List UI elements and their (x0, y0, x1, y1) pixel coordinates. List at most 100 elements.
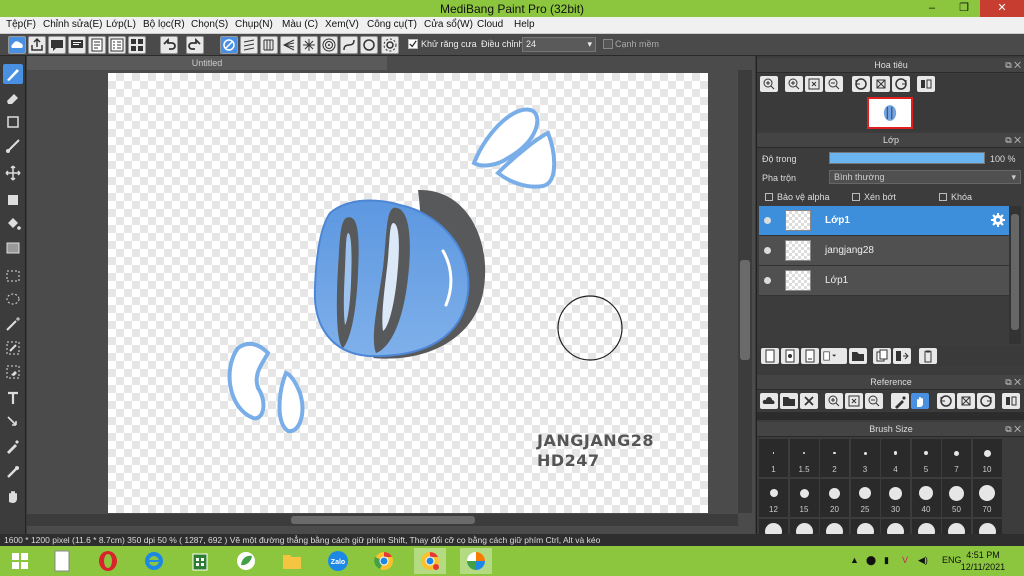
curve-snap-icon[interactable] (340, 36, 358, 54)
select-pen-tool-icon[interactable] (3, 338, 23, 358)
ref-flip-icon[interactable] (1002, 393, 1020, 409)
brush-size-option[interactable] (911, 519, 941, 534)
brush-tool-icon[interactable] (3, 64, 23, 84)
soft-edge-checkbox[interactable] (603, 39, 613, 49)
correction-select[interactable]: 24 ▾ (522, 37, 596, 52)
brush-size-option[interactable] (972, 519, 1002, 534)
rotate-right-icon[interactable] (892, 76, 910, 92)
select-rect-tool-icon[interactable] (3, 266, 23, 286)
ref-hand-icon[interactable] (911, 393, 929, 409)
layer-visibility-icon[interactable] (764, 247, 771, 254)
folder-explorer-icon[interactable] (276, 548, 308, 574)
undo-icon[interactable] (160, 36, 178, 54)
vertical-scroll-thumb[interactable] (740, 260, 750, 360)
brush-size-option[interactable]: 1 (759, 439, 788, 477)
brush-size-option[interactable]: 20 (820, 479, 849, 517)
brush-size-option[interactable]: 15 (789, 479, 819, 517)
comment-icon[interactable] (48, 36, 66, 54)
app-leaf-icon[interactable] (230, 548, 262, 574)
brush-size-option[interactable]: 50 (942, 479, 971, 517)
menu-cloud[interactable]: Cloud (477, 19, 503, 30)
ref-reset-rotation-icon[interactable] (957, 393, 975, 409)
brush-size-option[interactable] (759, 519, 788, 534)
internet-explorer-icon[interactable] (138, 548, 170, 574)
menu-window[interactable]: Cửa sổ(W) (424, 19, 473, 30)
store-icon[interactable] (184, 548, 216, 574)
divide-tool-icon[interactable] (3, 412, 23, 432)
brush-size-option[interactable]: 5 (911, 439, 941, 477)
eyedropper-tool-icon[interactable] (3, 436, 23, 456)
chrome-profile-icon[interactable] (414, 548, 446, 574)
new-layer-icon[interactable] (761, 348, 779, 364)
ref-rotate-right-icon[interactable] (977, 393, 995, 409)
grid-view-icon[interactable] (128, 36, 146, 54)
zoom-in-2-icon[interactable] (785, 76, 803, 92)
bucket-tool-icon[interactable] (3, 214, 23, 234)
text-tool-icon[interactable] (3, 388, 23, 408)
select-eraser-tool-icon[interactable] (3, 362, 23, 382)
menu-tools[interactable]: Công cụ(T) (367, 19, 417, 30)
close-reference-icon[interactable] (800, 393, 818, 409)
document-tab[interactable]: Untitled (27, 56, 387, 70)
lasso-tool-icon[interactable] (3, 290, 23, 310)
redo-icon[interactable] (186, 36, 204, 54)
brush-size-option[interactable]: 25 (850, 479, 880, 517)
menu-color[interactable]: Màu (C) (282, 19, 318, 30)
navigator-preview[interactable] (757, 95, 1024, 131)
brush-size-option[interactable]: 3 (850, 439, 880, 477)
protect-alpha-checkbox[interactable] (765, 193, 773, 201)
layer-visibility-icon[interactable] (764, 217, 771, 224)
horizontal-scrollbar[interactable] (27, 514, 738, 526)
layer-visibility-icon[interactable] (764, 277, 771, 284)
opacity-slider[interactable] (829, 152, 985, 164)
ref-eyedropper-icon[interactable] (891, 393, 909, 409)
layer-item[interactable]: Lớp1 (759, 266, 1009, 296)
radial-snap-icon[interactable] (300, 36, 318, 54)
tray-clock[interactable]: 4:51 PM 12/11/2021 (958, 549, 1008, 573)
tray-chevron-icon[interactable]: ▲ (850, 555, 859, 565)
cloud-save-icon[interactable] (8, 36, 26, 54)
zalo-icon[interactable]: Zalo (322, 548, 354, 574)
brush-size-option[interactable]: 40 (911, 479, 941, 517)
gradient-tool-icon[interactable] (3, 238, 23, 258)
lock-checkbox[interactable] (939, 193, 947, 201)
circle-snap-icon[interactable] (360, 36, 378, 54)
tray-volume-icon[interactable]: ◀) (918, 555, 928, 566)
parallel-snap-icon[interactable] (240, 36, 258, 54)
brush-size-option[interactable]: 10 (972, 439, 1002, 477)
flip-icon[interactable] (917, 76, 935, 92)
new-1bit-layer-icon[interactable] (801, 348, 819, 364)
fill-rect-tool-icon[interactable] (3, 190, 23, 210)
concentric-snap-icon[interactable] (320, 36, 338, 54)
ref-zoom-in-icon[interactable] (825, 393, 843, 409)
menu-layer[interactable]: Lớp(L) (106, 19, 136, 30)
ref-fit-icon[interactable] (845, 393, 863, 409)
vertical-scrollbar[interactable] (738, 70, 752, 513)
merge-layer-icon[interactable] (893, 348, 911, 364)
tray-app-icon[interactable]: ⬤ (866, 555, 876, 566)
brush-size-option[interactable] (850, 519, 880, 534)
shape-tool-icon[interactable] (3, 112, 23, 132)
brush-size-option[interactable]: 2 (820, 439, 849, 477)
move-tool-icon[interactable] (3, 163, 23, 183)
reference-undock-icon[interactable]: ⧉ ✕ (1005, 375, 1021, 390)
medibang-icon[interactable] (460, 548, 492, 574)
menu-file[interactable]: Tệp(F) (6, 19, 36, 30)
layer-item[interactable]: Lớp1 (759, 206, 1009, 236)
layer-item[interactable]: jangjang28 (759, 236, 1009, 266)
brush-size-undock-icon[interactable]: ⧉ ✕ (1005, 422, 1021, 437)
brush-size-option[interactable]: 70 (972, 479, 1002, 517)
clipping-checkbox[interactable] (852, 193, 860, 201)
tray-v-icon[interactable]: V (902, 555, 908, 565)
share-icon[interactable] (28, 36, 46, 54)
hand-tool-icon[interactable] (3, 486, 23, 506)
maximize-button[interactable]: ❐ (950, 0, 978, 17)
layer-scroll-thumb[interactable] (1011, 214, 1019, 330)
cloud-open-icon[interactable] (760, 393, 778, 409)
reference-area[interactable] (757, 412, 1024, 420)
duplicate-layer-icon[interactable] (873, 348, 891, 364)
brush-size-option[interactable]: 1.5 (789, 439, 819, 477)
menu-view[interactable]: Xem(V) (325, 19, 359, 30)
ref-rotate-left-icon[interactable] (937, 393, 955, 409)
reset-rotation-icon[interactable] (872, 76, 890, 92)
